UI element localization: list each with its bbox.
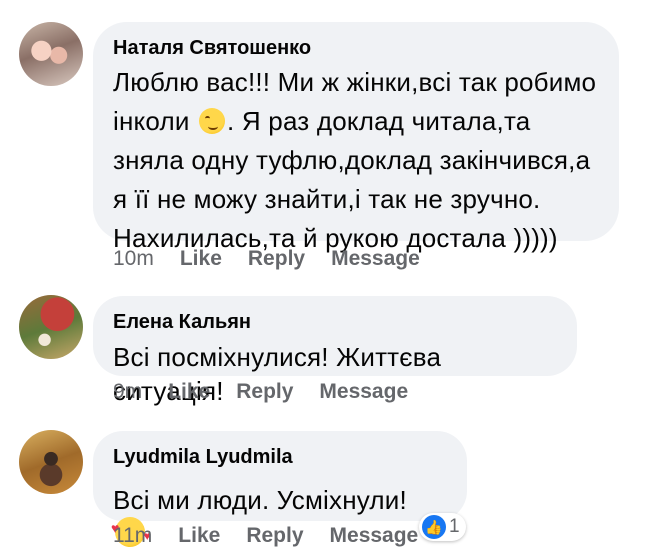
comment-bubble: Наталя Святошенко Люблю вас!!! Ми ж жінк… xyxy=(93,22,619,253)
reply-button[interactable]: Reply xyxy=(236,380,293,404)
like-button[interactable]: Like xyxy=(168,380,210,404)
avatar[interactable] xyxy=(19,430,83,494)
reply-button[interactable]: Reply xyxy=(248,247,305,271)
comment-author[interactable]: Lyudmila Lyudmila xyxy=(113,445,445,469)
message-button[interactable]: Message xyxy=(319,380,408,404)
reply-button[interactable]: Reply xyxy=(246,524,303,548)
winking-face-icon xyxy=(199,108,226,134)
message-button[interactable]: Message xyxy=(330,524,419,548)
comment-bubble: Lyudmila Lyudmila Всі ми люди. Усміхнули… xyxy=(93,431,467,553)
comment-author[interactable]: Елена Кальян xyxy=(113,310,555,334)
comment-actions: 9m Like Reply Message xyxy=(113,380,434,404)
comment-time[interactable]: 10m xyxy=(113,247,154,271)
comment-time[interactable]: 9m xyxy=(113,380,142,404)
comment-bubble: Елена Кальян Всі посміхнулися! Життєва с… xyxy=(93,296,577,406)
comment-author[interactable]: Наталя Святошенко xyxy=(113,36,597,60)
comment-text: Люблю вас!!! Ми ж жінки,всі так робимо і… xyxy=(113,63,597,258)
reaction-count: 1 xyxy=(449,516,460,537)
comment-actions: 10m Like Reply Message xyxy=(113,247,446,271)
like-button[interactable]: Like xyxy=(178,524,220,548)
avatar[interactable] xyxy=(19,22,83,86)
message-button[interactable]: Message xyxy=(331,247,420,271)
like-button[interactable]: Like xyxy=(180,247,222,271)
avatar[interactable] xyxy=(19,295,83,359)
comment-text-part: Всі ми люди. Усміхнули! xyxy=(113,485,407,515)
comment-actions: 11m Like Reply Message xyxy=(113,524,444,548)
comment-time[interactable]: 11m xyxy=(113,524,152,548)
